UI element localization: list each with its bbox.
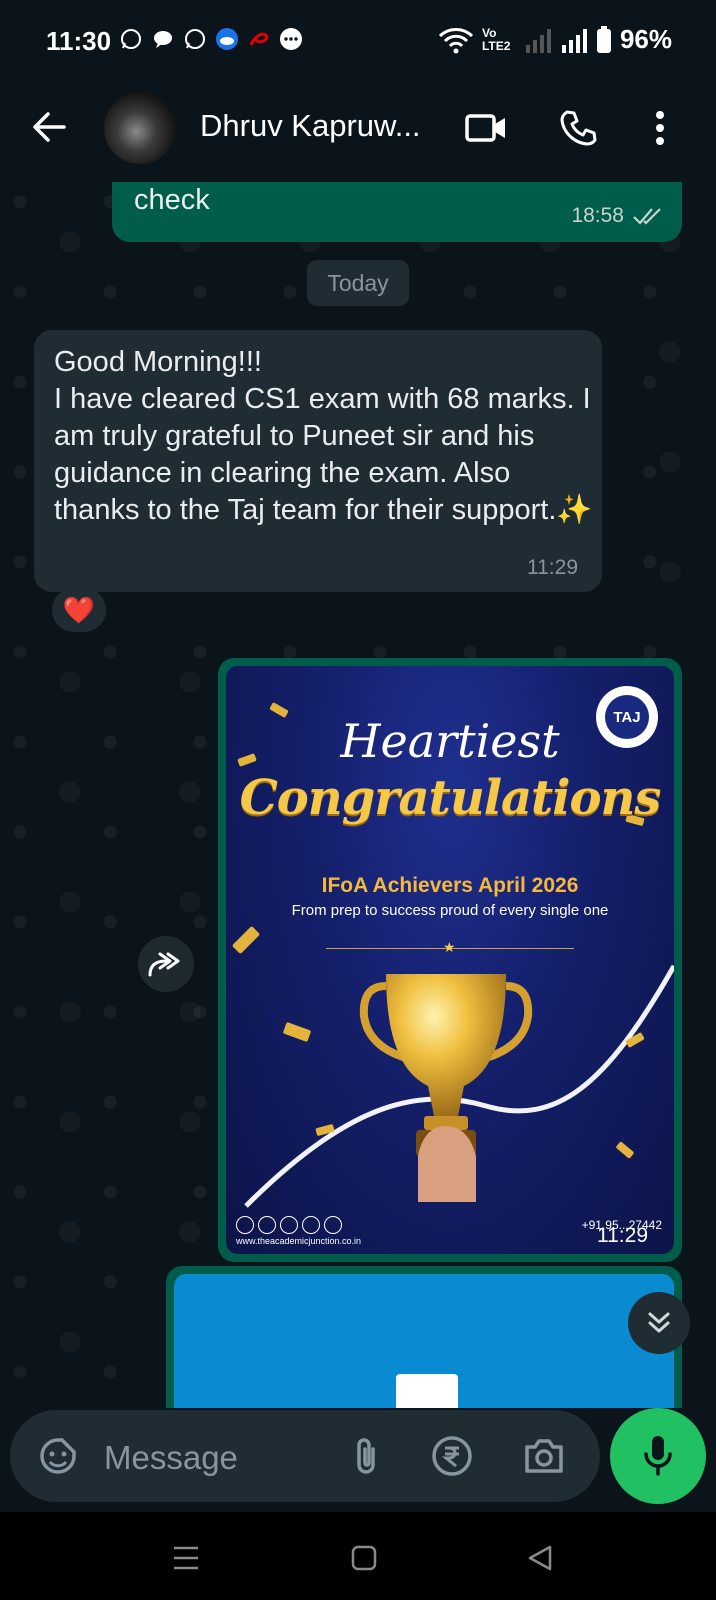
double-check-icon [633, 208, 661, 225]
signal-icon-sim2 [561, 28, 587, 53]
message-meta: 18:58 [571, 204, 664, 228]
scroll-down-button[interactable] [628, 1292, 690, 1354]
achievers-subtitle: From prep to success proud of every sing… [291, 902, 609, 919]
whatsapp-icon [118, 26, 144, 52]
image-preview[interactable] [174, 1274, 674, 1408]
camera-icon[interactable] [520, 1432, 568, 1480]
double-chevron-down-icon [648, 1312, 670, 1333]
reaction-emoji: ❤️ [62, 594, 96, 625]
rupee-icon[interactable] [428, 1432, 476, 1480]
congratulations-poster[interactable]: TAJ Heartiest Congratulations IFoA Achie… [226, 666, 674, 1254]
video-call-icon[interactable] [462, 104, 510, 152]
telegram-icon [302, 1216, 320, 1234]
message-time: 18:58 [571, 204, 624, 227]
mic-button[interactable] [610, 1408, 706, 1504]
outgoing-message[interactable]: check 18:58 [112, 182, 682, 242]
youtube-icon [324, 1216, 342, 1234]
message-time: 11:29 [527, 556, 578, 579]
message-composer [10, 1410, 600, 1502]
back-icon[interactable] [520, 1538, 560, 1578]
contact-name[interactable]: Dhruv Kapruw... [200, 108, 421, 144]
message-text: Good Morning!!! I have cleared CS1 exam … [54, 346, 593, 526]
mic-icon [644, 1436, 672, 1476]
more-vert-icon[interactable] [636, 104, 684, 152]
instagram-icon [258, 1216, 276, 1234]
voice-call-icon[interactable] [554, 104, 602, 152]
trophy-icon [359, 974, 533, 1202]
star-icon: ★ [443, 939, 456, 955]
signal-icon-sim1 [525, 28, 551, 53]
weather-icon [214, 26, 240, 52]
image-card [396, 1374, 458, 1408]
whatsapp-icon [182, 26, 208, 52]
more-dots-icon [278, 26, 304, 52]
poster-main-heading: Congratulations [239, 770, 662, 826]
poster-website: www.theacademicjunction.co.in [236, 1236, 362, 1246]
status-time: 11:30 [46, 26, 112, 56]
recents-icon[interactable] [166, 1538, 206, 1578]
forward-button[interactable] [138, 936, 194, 992]
airtel-icon [246, 26, 272, 52]
social-icons [236, 1216, 342, 1234]
chat-icon [150, 26, 176, 52]
wifi-icon [438, 27, 473, 53]
achievers-title: IFoA Achievers April 2026 [321, 874, 579, 897]
notification-icons [118, 26, 304, 52]
network-label: Vo LTE2 [481, 25, 511, 53]
status-bar: 11:30 Vo LTE2 96% [0, 0, 716, 82]
linkedin-icon [280, 1216, 298, 1234]
home-icon[interactable] [344, 1538, 384, 1578]
message-time: 11:29 [597, 1224, 648, 1247]
attach-icon[interactable] [342, 1432, 390, 1480]
date-chip: Today [307, 260, 409, 306]
image-message[interactable] [166, 1266, 682, 1408]
image-message[interactable]: TAJ Heartiest Congratulations IFoA Achie… [218, 658, 682, 1262]
message-input[interactable] [102, 1434, 326, 1482]
facebook-icon [236, 1216, 254, 1234]
poster-script-heading: Heartiest [340, 714, 560, 768]
back-arrow-icon[interactable] [28, 106, 70, 148]
chat-area[interactable]: check 18:58 Today Good Morning!!! I have… [0, 182, 716, 1408]
system-nav-bar [0, 1512, 716, 1600]
avatar[interactable] [104, 92, 176, 164]
chat-header: Dhruv Kapruw... [0, 82, 716, 182]
message-text: check [134, 184, 210, 216]
battery-icon [596, 25, 611, 53]
reaction-heart[interactable]: ❤️ [52, 588, 106, 632]
system-status: Vo LTE2 96% [438, 24, 672, 55]
sticker-icon[interactable] [34, 1432, 82, 1480]
incoming-message[interactable]: Good Morning!!! I have cleared CS1 exam … [34, 330, 602, 592]
forward-icon [148, 952, 180, 977]
battery-percent: 96% [619, 24, 672, 54]
